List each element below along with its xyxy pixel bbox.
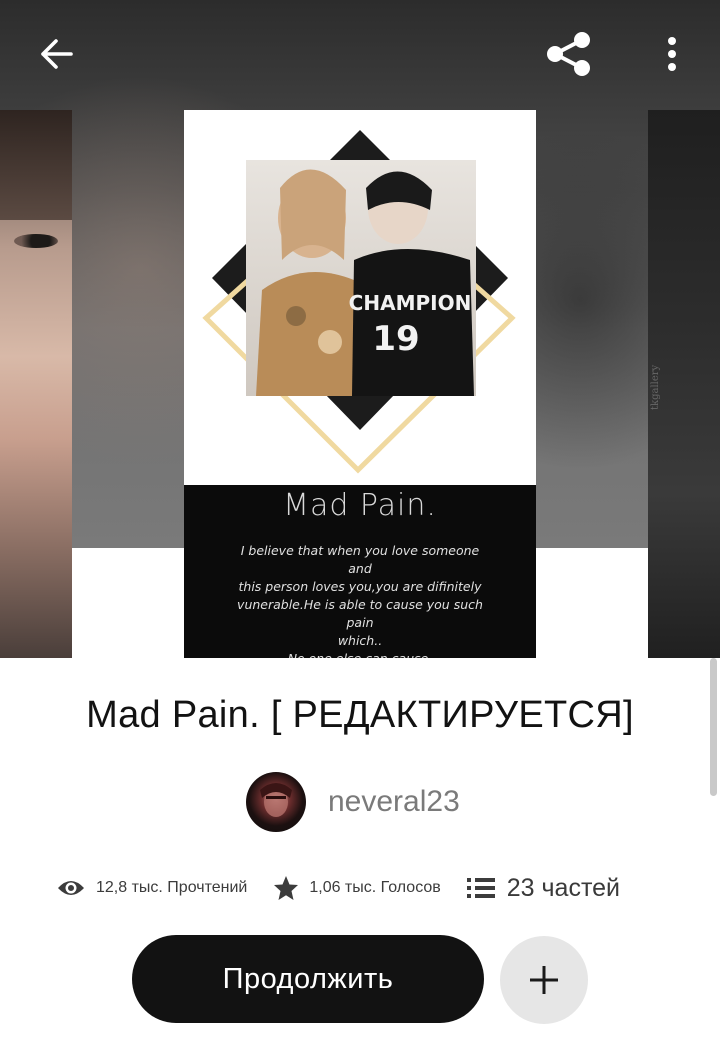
cover-blurb-line: vunerable.He is able to cause you such bbox=[237, 597, 483, 612]
cover-photo-hair bbox=[0, 110, 72, 220]
top-app-bar bbox=[0, 0, 720, 106]
author-link[interactable]: neveral23 bbox=[246, 772, 460, 832]
cover-blurb-line: this person loves you,you are difinitely bbox=[238, 579, 482, 594]
back-button[interactable] bbox=[28, 30, 84, 78]
next-story-cover[interactable]: tkgallery bbox=[648, 110, 720, 658]
author-name[interactable]: neveral23 bbox=[328, 785, 460, 819]
more-vertical-icon bbox=[668, 37, 676, 71]
cover-artwork: CHAMPION 19 bbox=[202, 130, 516, 474]
share-button[interactable] bbox=[540, 26, 596, 82]
story-cover[interactable]: CHAMPION 19 Mad Pain. I believe that whe… bbox=[184, 110, 536, 658]
add-to-library-button[interactable] bbox=[500, 936, 588, 1024]
star-icon bbox=[273, 875, 299, 901]
parts-stat[interactable]: 23 частей bbox=[466, 874, 620, 903]
story-title: Mad Pain. [ РЕДАКТИРУЕТСЯ] bbox=[86, 694, 634, 736]
arrow-left-icon bbox=[41, 39, 73, 69]
parts-count[interactable]: 23 частей bbox=[507, 874, 620, 903]
cover-blurb-line: No one else can cause. bbox=[214, 650, 506, 658]
votes-stat: 1,06 тыс. Голосов bbox=[273, 875, 441, 901]
votes-count: 1,06 тыс. Голосов bbox=[309, 879, 441, 896]
author-avatar[interactable] bbox=[246, 772, 306, 832]
cover-title: Mad Pain. bbox=[283, 488, 437, 523]
continue-reading-label: Продолжить bbox=[222, 962, 394, 995]
story-stats: 12,8 тыс. Прочтений 1,06 тыс. Голосов 23… bbox=[56, 868, 620, 908]
cover-blurb-line: and bbox=[348, 561, 372, 576]
plus-icon bbox=[530, 966, 558, 994]
reads-stat: 12,8 тыс. Прочтений bbox=[56, 878, 247, 898]
list-icon bbox=[466, 877, 495, 899]
avatar-photo bbox=[260, 783, 292, 817]
scrollbar[interactable] bbox=[710, 658, 717, 796]
jersey-number: 19 bbox=[372, 319, 419, 359]
cover-blurb-line: pain bbox=[346, 615, 374, 630]
share-icon bbox=[547, 32, 590, 76]
jersey-text: CHAMPION bbox=[349, 291, 472, 315]
cover-photo-eye bbox=[14, 234, 58, 248]
previous-story-cover[interactable] bbox=[0, 110, 72, 658]
continue-reading-button[interactable]: Продолжить bbox=[132, 935, 484, 1023]
cover-blurb-line: which.. bbox=[337, 633, 383, 648]
cover-blurb: I believe that when you love someone and… bbox=[214, 542, 506, 658]
cover-watermark: tkgallery bbox=[650, 364, 661, 410]
story-details: Mad Pain. [ РЕДАКТИРУЕТСЯ] neveral23 12,… bbox=[0, 658, 720, 1042]
reads-count: 12,8 тыс. Прочтений bbox=[96, 879, 248, 896]
more-options-button[interactable] bbox=[650, 28, 694, 80]
eye-icon bbox=[56, 878, 86, 898]
cover-blurb-line: I believe that when you love someone bbox=[240, 543, 480, 558]
